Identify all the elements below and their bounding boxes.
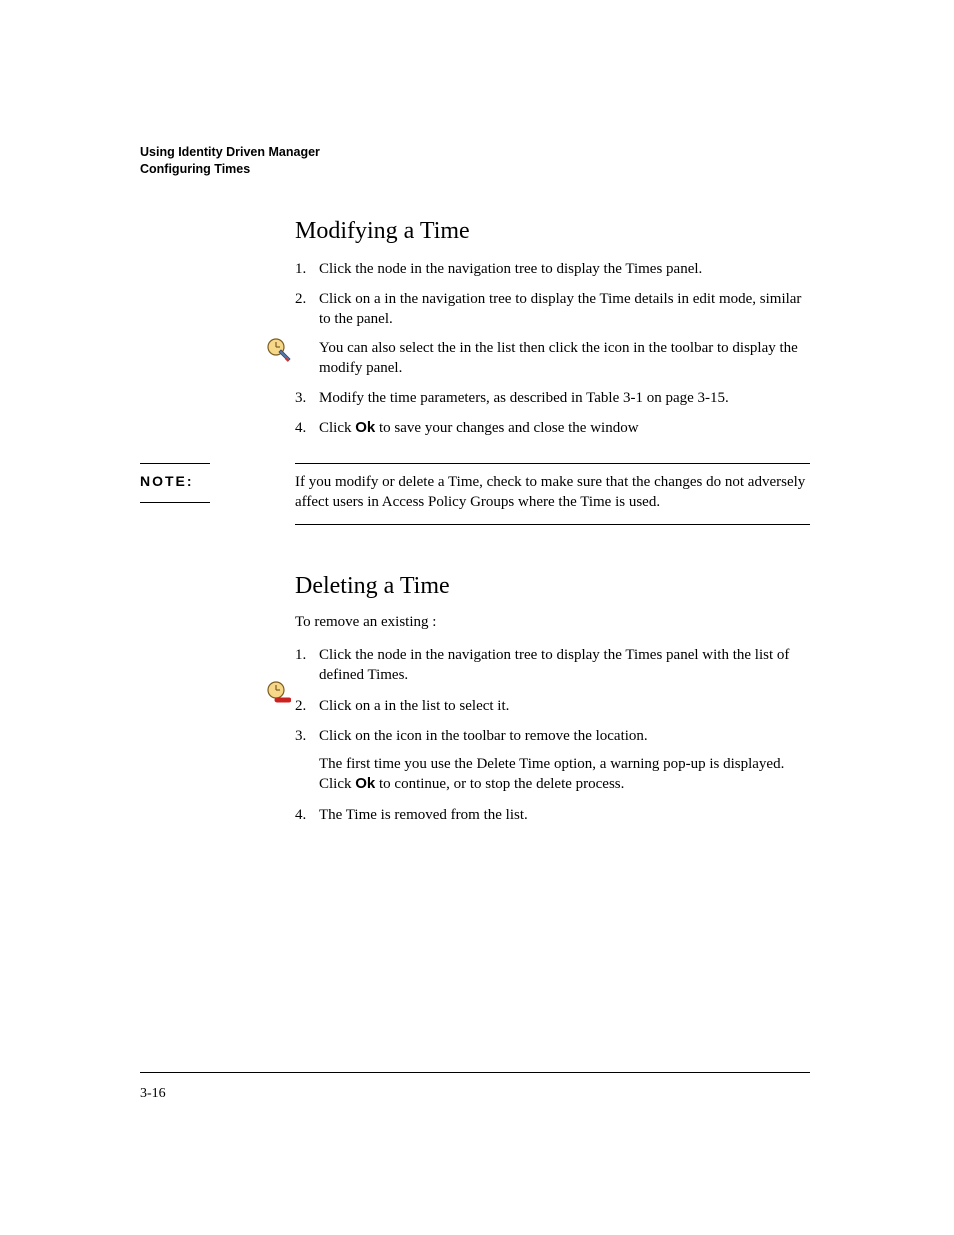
- step-body: The Time is removed from the list.: [319, 805, 805, 825]
- step-body: Modify the time parameters, as described…: [319, 388, 805, 408]
- modifying-step-4: 4. Click Ok to save your changes and clo…: [295, 418, 805, 438]
- modifying-step-2: 2. Click on a in the navigation tree to …: [295, 289, 805, 378]
- body-column-2: Deleting a Time To remove an existing : …: [295, 525, 805, 825]
- step-body: Click Ok to save your changes and close …: [319, 418, 805, 438]
- modifying-step-1: 1. Click the node in the navigation tree…: [295, 259, 805, 279]
- note-label: NOTE:: [140, 463, 210, 504]
- running-header: Using Identity Driven Manager Configurin…: [140, 144, 810, 178]
- step-number: 1.: [295, 259, 319, 279]
- step-number: 2.: [295, 696, 319, 716]
- step-number: 3.: [295, 726, 319, 795]
- step-number: 4.: [295, 418, 319, 438]
- deleting-step-3: 3. Click on the icon in the toolbar to r…: [295, 726, 805, 795]
- step-number: 2.: [295, 289, 319, 378]
- deleting-steps: 1. Click the node in the navigation tree…: [295, 645, 805, 825]
- ok-label: Ok: [355, 775, 375, 792]
- footer-rule: [140, 1072, 810, 1073]
- deleting-intro: To remove an existing :: [295, 614, 805, 631]
- step-number: 3.: [295, 388, 319, 408]
- step-subtext: The first time you use the Delete Time o…: [319, 754, 805, 795]
- running-header-line2: Configuring Times: [140, 161, 810, 178]
- step-body: Click the node in the navigation tree to…: [319, 645, 805, 686]
- heading-deleting-time: Deleting a Time: [295, 573, 805, 600]
- modifying-step-3: 3. Modify the time parameters, as descri…: [295, 388, 805, 408]
- step-body: Click the node in the navigation tree to…: [319, 259, 805, 279]
- delete-time-icon: [265, 679, 291, 705]
- note-body: If you modify or delete a Time, check to…: [295, 463, 810, 526]
- note-label-wrap: NOTE:: [140, 463, 295, 504]
- ok-label: Ok: [355, 419, 375, 436]
- heading-modifying-time: Modifying a Time: [295, 218, 805, 245]
- running-header-line1: Using Identity Driven Manager: [140, 144, 810, 161]
- deleting-step-4: 4. The Time is removed from the list.: [295, 805, 805, 825]
- modify-time-icon: [265, 336, 291, 362]
- deleting-step-2: 2. Click on a in the list to select it.: [295, 696, 805, 716]
- modifying-steps: 1. Click the node in the navigation tree…: [295, 259, 805, 439]
- page-content: Using Identity Driven Manager Configurin…: [140, 144, 810, 835]
- deleting-step-1: 1. Click the node in the navigation tree…: [295, 645, 805, 686]
- step-body: Click on the icon in the toolbar to remo…: [319, 726, 805, 795]
- body-column: Modifying a Time 1. Click the node in th…: [295, 218, 805, 439]
- note-block: NOTE: If you modify or delete a Time, ch…: [140, 463, 810, 526]
- page-number: 3-16: [140, 1086, 166, 1102]
- step-subtext: You can also select the in the list then…: [319, 338, 805, 379]
- step-body: Click on a in the list to select it.: [319, 696, 805, 716]
- step-number: 4.: [295, 805, 319, 825]
- step-number: 1.: [295, 645, 319, 686]
- step-body: Click on a in the navigation tree to dis…: [319, 289, 805, 378]
